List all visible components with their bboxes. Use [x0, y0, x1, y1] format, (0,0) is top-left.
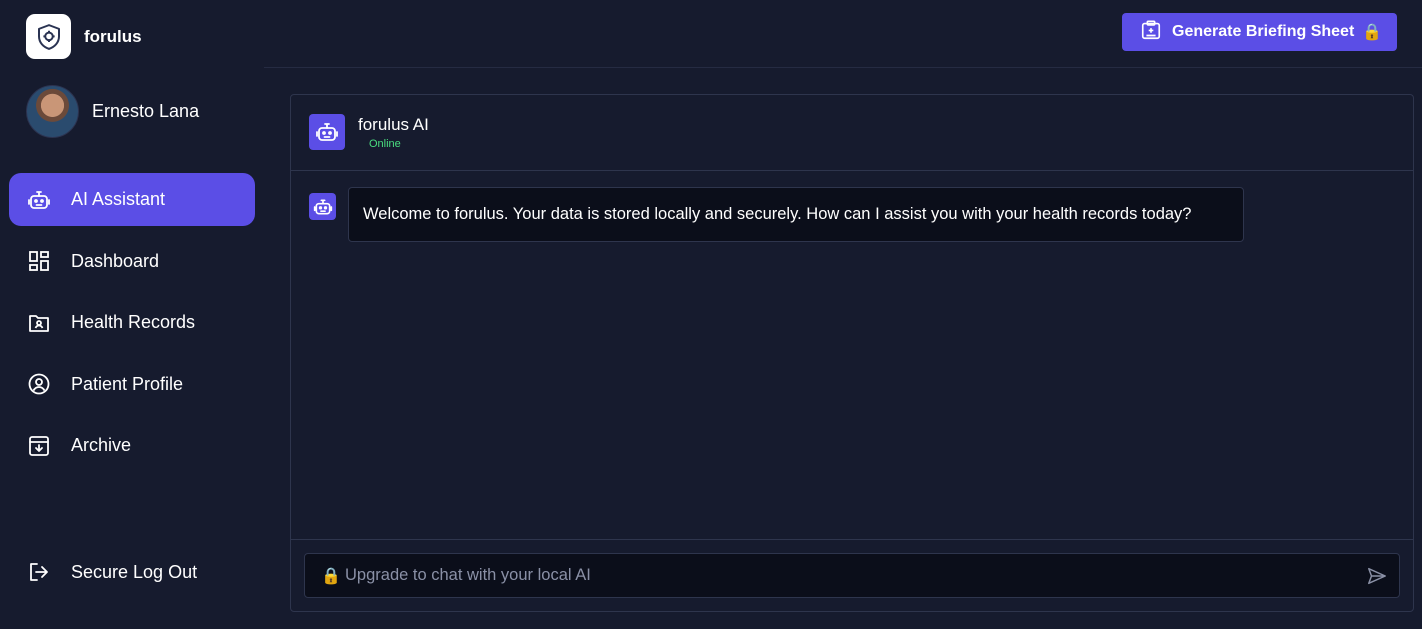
chat-header: forulus AI Online: [291, 95, 1413, 171]
generate-briefing-label: Generate Briefing Sheet: [1172, 23, 1355, 40]
top-bar: Generate Briefing Sheet 🔒: [264, 0, 1422, 68]
logout-label: Secure Log Out: [71, 561, 198, 582]
sidebar-item-archive[interactable]: Archive: [9, 419, 255, 472]
chat-input-wrapper: 🔒: [304, 553, 1400, 598]
shield-icon: [37, 23, 60, 50]
user-profile[interactable]: Ernesto Lana: [26, 85, 199, 138]
logout-button[interactable]: Secure Log Out: [27, 560, 197, 584]
chat-title: forulus AI: [358, 115, 429, 134]
sidebar-item-ai-assistant[interactable]: AI Assistant: [9, 173, 255, 226]
sidebar-item-label: Dashboard: [71, 250, 160, 271]
robot-icon: [313, 199, 332, 214]
brand-name: forulus: [84, 26, 142, 46]
sidebar: forulus Ernesto Lana AI Assistant Dashbo…: [0, 0, 264, 629]
user-name: Ernesto Lana: [92, 101, 200, 121]
clipboard-medical-icon: [1140, 19, 1162, 46]
folder-user-icon: [27, 311, 51, 335]
status-online: Online: [369, 138, 401, 150]
lock-icon: 🔒: [1362, 24, 1383, 41]
lock-icon: 🔒: [321, 567, 341, 585]
sidebar-item-label: AI Assistant: [71, 189, 166, 209]
brand: forulus: [26, 14, 142, 59]
sidebar-item-health-records[interactable]: Health Records: [9, 296, 255, 349]
brand-logo: [26, 14, 71, 59]
send-button[interactable]: [1355, 554, 1399, 597]
chat-input[interactable]: [345, 554, 1355, 597]
sidebar-item-label: Patient Profile: [71, 373, 184, 394]
message-bot-avatar: [309, 193, 336, 220]
sidebar-item-dashboard[interactable]: Dashboard: [9, 235, 255, 288]
message-bubble: Welcome to forulus. Your data is stored …: [348, 187, 1244, 242]
avatar: [26, 85, 79, 138]
robot-icon: [316, 123, 338, 141]
sidebar-nav: AI Assistant Dashboard Health Records Pa…: [9, 173, 255, 481]
sidebar-item-patient-profile[interactable]: Patient Profile: [9, 358, 255, 411]
message-list: Welcome to forulus. Your data is stored …: [291, 171, 1413, 541]
logout-icon: [27, 560, 51, 584]
chat-composer: 🔒: [291, 539, 1413, 611]
user-circle-icon: [27, 372, 51, 396]
generate-briefing-button[interactable]: Generate Briefing Sheet 🔒: [1122, 13, 1397, 51]
sidebar-item-label: Archive: [71, 435, 132, 456]
archive-icon: [27, 434, 51, 458]
dashboard-icon: [27, 249, 51, 273]
sidebar-item-label: Health Records: [71, 312, 196, 333]
robot-icon: [27, 188, 51, 212]
chat-panel: forulus AI Online Welcome to forulus. Yo…: [290, 94, 1414, 612]
bot-avatar: [309, 114, 345, 150]
send-icon: [1368, 567, 1386, 584]
